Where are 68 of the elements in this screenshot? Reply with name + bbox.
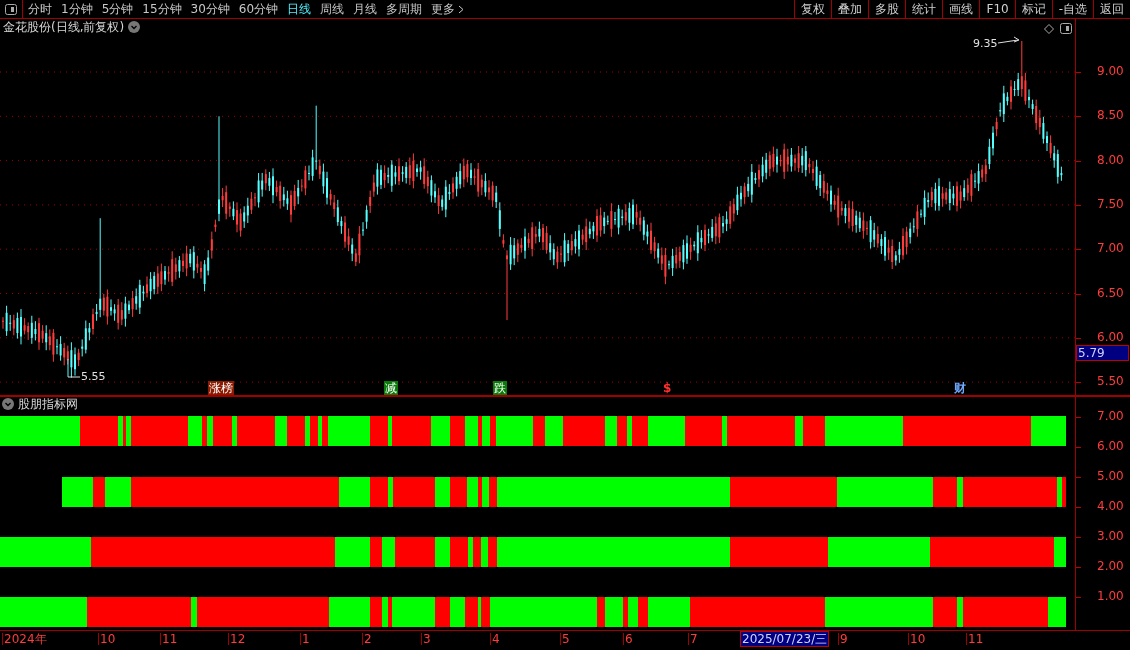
toolbar-button[interactable]: -自选 [1051,0,1093,18]
event-tag[interactable]: $ [662,381,673,395]
toolbar-button[interactable]: 画线 [942,0,980,18]
period-tab[interactable]: 分时 [28,3,52,15]
low-price-label: 5.55 [81,371,106,382]
cursor-date-label: 2025/07/23/三 [740,631,830,647]
period-tab[interactable]: 周线 [320,3,345,15]
period-tab[interactable]: 多周期 [386,3,423,15]
period-tab[interactable]: 30分钟 [190,3,230,15]
event-tag[interactable]: 涨榜 [208,381,234,395]
price-axis-label: 5.50 [1097,375,1124,388]
indicator-axis-label: 2.00 [1097,560,1124,572]
panel-toggle-icon[interactable] [1060,23,1072,34]
period-tab[interactable]: 1分钟 [61,3,93,15]
toolbar-button[interactable]: 统计 [905,0,943,18]
date-axis-label: 6 [623,633,633,645]
period-tab[interactable]: 15分钟 [142,3,182,15]
date-axis-label: 2 [362,633,372,645]
chevron-right-icon [458,5,465,14]
toolbar-button[interactable]: 复权 [794,0,832,18]
event-tag[interactable]: 减 [384,381,398,395]
collapse-icon[interactable] [2,398,14,410]
date-axis-label: 4 [490,633,500,645]
date-axis-label: 3 [421,633,431,645]
indicator-axis-label: 7.00 [1097,410,1124,422]
period-tab[interactable]: 更多 [431,3,465,15]
toolbar-button[interactable]: 叠加 [831,0,869,18]
date-axis-label: 9 [838,633,848,645]
date-axis-label: 7 [688,633,698,645]
indicator-title: 股朋指标网 [18,398,78,410]
toolbar-button[interactable]: F10 [979,0,1015,18]
low-marker-arrow [67,358,81,378]
period-tab[interactable]: 5分钟 [101,3,134,15]
period-tab[interactable]: 月线 [353,3,378,15]
price-axis-label: 6.50 [1097,286,1124,299]
chart-title: 金花股份(日线,前复权) [3,21,125,33]
current-price-label: 5.79 [1076,345,1129,361]
period-tab[interactable]: 日线 [287,3,312,15]
toolbar-button[interactable]: 标记 [1014,0,1052,18]
date-axis-label: 12 [228,633,246,645]
indicator-axis-label: 4.00 [1097,500,1124,512]
high-marker-arrow [997,36,1020,44]
high-price-label: 9.35 [973,38,998,49]
date-axis-label: 11 [160,633,178,645]
event-tag[interactable]: 财 [953,381,967,395]
price-axis-label: 6.00 [1097,330,1124,343]
indicator-axis-label: 5.00 [1097,470,1124,482]
date-axis-label: 10 [98,633,116,645]
date-axis-label: 1 [300,633,310,645]
indicator-axis-label: 6.00 [1097,440,1124,452]
date-axis-label: 2024年 [2,633,47,645]
date-axis-label: 11 [966,633,984,645]
event-tag[interactable]: 跌 [493,381,507,395]
toolbar-button[interactable]: 多股 [868,0,906,18]
period-tab[interactable]: 60分钟 [238,3,279,15]
price-axis-label: 8.50 [1097,109,1124,122]
dropdown-icon[interactable] [128,21,141,33]
date-axis-label: 10 [908,633,926,645]
indicator-axis-label: 3.00 [1097,530,1124,542]
toolbar-button[interactable]: 返回 [1093,0,1130,18]
price-axis-label: 8.00 [1097,153,1124,166]
diamond-icon[interactable] [1044,23,1054,34]
panel-toggle-icon[interactable] [5,3,17,15]
price-axis-label: 9.00 [1097,65,1124,77]
indicator-axis-label: 1.00 [1097,590,1124,602]
price-axis-label: 7.50 [1097,197,1124,210]
price-axis-label: 7.00 [1097,242,1124,255]
date-axis-label: 5 [560,633,570,645]
